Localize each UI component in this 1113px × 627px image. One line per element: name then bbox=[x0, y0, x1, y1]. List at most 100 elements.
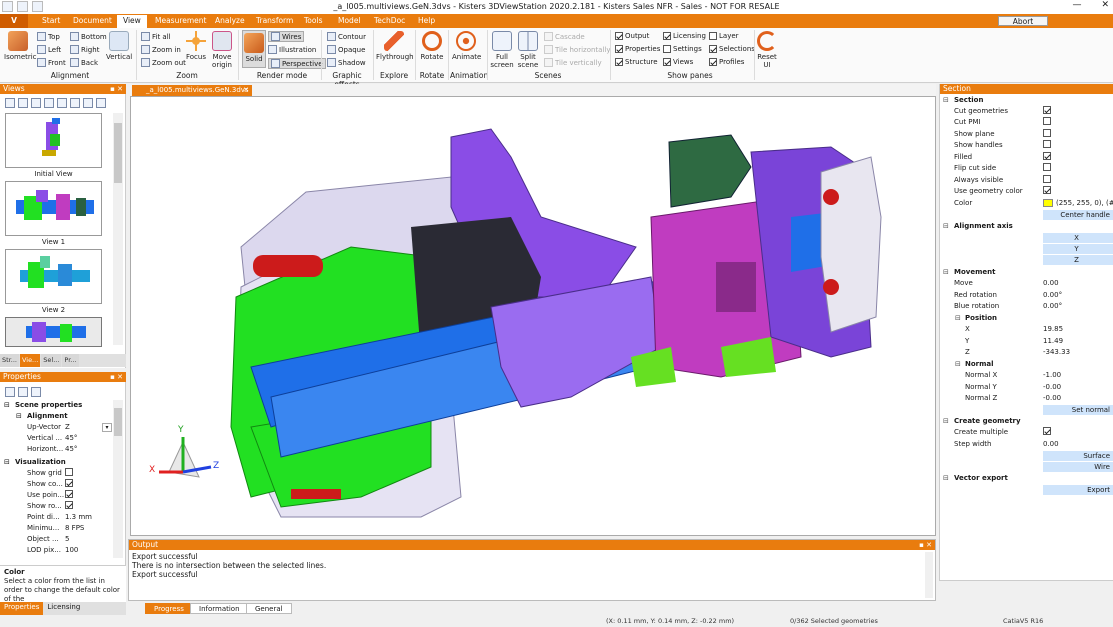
collapse-icon[interactable]: ⊟ bbox=[943, 473, 949, 484]
axis-y-button[interactable]: Y bbox=[1043, 244, 1113, 254]
tab-techdoc[interactable]: TechDoc bbox=[374, 16, 405, 25]
tab-model[interactable]: Model bbox=[338, 16, 361, 25]
fit-all-button[interactable]: Fit all bbox=[141, 32, 171, 41]
position-x-row[interactable]: X 19.85 bbox=[940, 324, 1113, 335]
abort-button[interactable]: Abort bbox=[998, 16, 1048, 26]
isometric-button[interactable]: Isometric bbox=[4, 31, 37, 61]
view-thumbnail-2[interactable] bbox=[5, 249, 102, 304]
front-view-button[interactable]: Front bbox=[37, 58, 66, 67]
view-thumbnail-initial[interactable] bbox=[5, 113, 102, 168]
move-origin-button[interactable]: Move origin bbox=[210, 31, 234, 69]
vector-export-header[interactable]: ⊟ Vector export bbox=[940, 473, 1113, 484]
red-rotation-row[interactable]: Red rotation 0.00° bbox=[940, 290, 1113, 301]
pane-structure-checkbox[interactable]: Structure bbox=[615, 58, 658, 66]
view-tool-icon[interactable] bbox=[70, 98, 80, 108]
create-multiple-row[interactable]: Create multiple bbox=[940, 427, 1113, 438]
blue-rotation-row[interactable]: Blue rotation 0.00° bbox=[940, 301, 1113, 312]
create-multiple-checkbox[interactable] bbox=[1043, 427, 1051, 435]
cut-geometries-checkbox[interactable] bbox=[1043, 106, 1051, 114]
pane-views-checkbox[interactable]: Views bbox=[663, 58, 693, 66]
perspective-button[interactable]: Perspective bbox=[268, 58, 326, 69]
property-row[interactable]: Horizont... 45° bbox=[0, 444, 113, 455]
shadow-button[interactable]: Shadow bbox=[327, 58, 366, 67]
reset-ui-button[interactable]: Reset UI bbox=[756, 31, 778, 69]
zoom-in-button[interactable]: Zoom in bbox=[141, 45, 181, 54]
collapse-icon[interactable]: ⊟ bbox=[4, 400, 10, 411]
collapse-icon[interactable]: ⊟ bbox=[955, 313, 961, 324]
minimize-button[interactable]: — bbox=[1072, 0, 1081, 10]
filter-icon[interactable] bbox=[31, 387, 41, 397]
show-coordinate-checkbox[interactable] bbox=[65, 479, 73, 487]
property-row[interactable]: Show co... bbox=[0, 479, 113, 490]
cut-pmi-row[interactable]: Cut PMI bbox=[940, 117, 1113, 128]
view-tool-icon[interactable] bbox=[57, 98, 67, 108]
set-normal-button[interactable]: Set normal bbox=[1043, 405, 1113, 415]
color-row[interactable]: Color(255, 255, 0), (#FFF bbox=[940, 198, 1113, 209]
flip-cut-side-row[interactable]: Flip cut side bbox=[940, 163, 1113, 174]
tab-tools[interactable]: Tools bbox=[304, 16, 322, 25]
right-view-button[interactable]: Right bbox=[70, 45, 99, 54]
tab-view[interactable]: View bbox=[117, 15, 147, 28]
step-width-row[interactable]: Step width 0.00 bbox=[940, 439, 1113, 450]
pane-output-checkbox[interactable]: Output bbox=[615, 32, 649, 40]
tab-selections[interactable]: Sel... bbox=[41, 354, 62, 367]
tab-profiles[interactable]: Pr... bbox=[62, 354, 79, 367]
collapse-icon[interactable]: ⊟ bbox=[943, 267, 949, 278]
show-rotation-checkbox[interactable] bbox=[65, 501, 73, 509]
back-view-button[interactable]: Back bbox=[70, 58, 98, 67]
full-screen-button[interactable]: Full screen bbox=[490, 31, 514, 69]
properties-scrollbar[interactable] bbox=[113, 400, 123, 558]
property-row[interactable]: Show ro... bbox=[0, 501, 113, 512]
collapse-icon[interactable]: ⊟ bbox=[943, 416, 949, 427]
pane-layer-checkbox[interactable]: Layer bbox=[709, 32, 739, 40]
property-row[interactable]: Vertical ... 45° bbox=[0, 433, 113, 444]
tab-progress[interactable]: Progress bbox=[145, 603, 193, 614]
property-row[interactable]: Up-Vector Z ▾ bbox=[0, 422, 113, 433]
view-tool-icon[interactable] bbox=[18, 98, 28, 108]
always-visible-row[interactable]: Always visible bbox=[940, 175, 1113, 186]
collapse-icon[interactable]: ⊟ bbox=[955, 359, 961, 370]
tab-structure[interactable]: Str... bbox=[0, 354, 19, 367]
use-points-checkbox[interactable] bbox=[65, 490, 73, 498]
show-plane-checkbox[interactable] bbox=[1043, 129, 1051, 137]
position-y-row[interactable]: Y 11.49 bbox=[940, 336, 1113, 347]
cut-geometries-row[interactable]: Cut geometries bbox=[940, 106, 1113, 117]
flip-cut-side-checkbox[interactable] bbox=[1043, 163, 1051, 171]
surface-button[interactable]: Surface bbox=[1043, 451, 1113, 461]
top-view-button[interactable]: Top bbox=[37, 32, 60, 41]
scrollbar-thumb[interactable] bbox=[114, 123, 122, 183]
close-icon[interactable]: ✕ bbox=[243, 85, 249, 96]
property-row[interactable]: LOD pix... 100 bbox=[0, 545, 113, 556]
tile-horizontally-button[interactable]: Tile horizontally bbox=[544, 45, 610, 54]
tab-licensing[interactable]: Licensing bbox=[43, 602, 84, 615]
axis-z-button[interactable]: Z bbox=[1043, 255, 1113, 265]
wire-button[interactable]: Wire bbox=[1043, 462, 1113, 472]
zoom-out-button[interactable]: Zoom out bbox=[141, 58, 186, 67]
close-icon[interactable]: ▪ ✕ bbox=[919, 540, 932, 550]
view-tool-icon[interactable] bbox=[83, 98, 93, 108]
rotate-button[interactable]: Rotate bbox=[419, 31, 445, 61]
normal-z-row[interactable]: Normal Z -0.00 bbox=[940, 393, 1113, 404]
property-row[interactable]: Point di... 1.3 mm bbox=[0, 512, 113, 523]
tab-views[interactable]: Vie... bbox=[19, 354, 41, 367]
views-scrollbar[interactable] bbox=[113, 113, 123, 345]
position-z-row[interactable]: Z -343.33 bbox=[940, 347, 1113, 358]
collapse-icon[interactable]: ⊟ bbox=[4, 457, 10, 468]
output-scrollbar[interactable] bbox=[925, 552, 933, 598]
property-row[interactable]: Use poin... bbox=[0, 490, 113, 501]
movement-header[interactable]: ⊟ Movement bbox=[940, 267, 1113, 278]
tab-information[interactable]: Information bbox=[190, 603, 249, 614]
show-handles-checkbox[interactable] bbox=[1043, 140, 1051, 148]
left-view-button[interactable]: Left bbox=[37, 45, 61, 54]
normal-y-row[interactable]: Normal Y -0.00 bbox=[940, 382, 1113, 393]
view-thumbnail-3[interactable] bbox=[5, 317, 102, 347]
add-view-icon[interactable] bbox=[5, 98, 15, 108]
view-tool-icon[interactable] bbox=[31, 98, 41, 108]
view-tool-icon[interactable] bbox=[44, 98, 54, 108]
illustration-button[interactable]: Illustration bbox=[268, 45, 316, 54]
flythrough-button[interactable]: Flythrough bbox=[376, 31, 414, 61]
section-group-header[interactable]: ⊟ Section bbox=[940, 95, 1113, 106]
wires-button[interactable]: Wires bbox=[268, 31, 305, 42]
tab-transform[interactable]: Transform bbox=[256, 16, 293, 25]
alignment-header[interactable]: ⊟ Alignment bbox=[0, 411, 113, 422]
